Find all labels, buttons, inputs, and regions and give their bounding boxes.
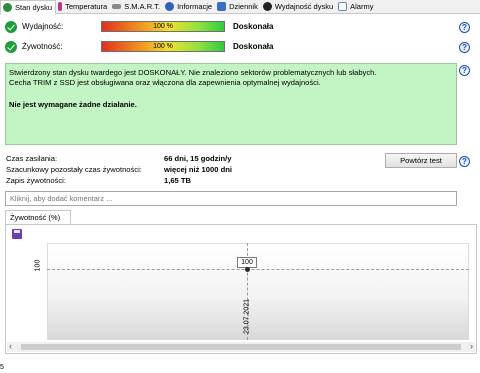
save-icon[interactable] (12, 229, 22, 239)
health-row: Żywotność: 100 % Doskonała ? (0, 40, 480, 56)
lifetime-writes-label: Zapis żywotności: (6, 176, 66, 185)
performance-icon (262, 2, 272, 11)
tab-alarms[interactable]: Alarmy (336, 0, 376, 14)
tab-bar: Stan dysku Temperatura S.M.A.R.T. Inform… (0, 0, 480, 15)
status-message-line1: Stwierdzony stan dysku twardego jest DOS… (9, 68, 377, 77)
status-message-box: Stwierdzony stan dysku twardego jest DOS… (5, 63, 457, 145)
chart-plot-area (47, 243, 469, 340)
log-icon (217, 2, 227, 11)
lifetime-writes-value: 1,65 TB (164, 176, 192, 185)
chart-gridline-y (47, 269, 469, 270)
help-icon[interactable]: ? (459, 22, 470, 33)
performance-row: Wydajność: 100 % Doskonała ? (0, 20, 480, 36)
status-message-action: Nie jest wymagane żadne działanie. (9, 100, 137, 109)
performance-bar: 100 % (101, 21, 225, 32)
performance-bar-text: 100 % (153, 23, 173, 30)
remaining-life-label: Szacunkowy pozostały czas żywotności: (6, 165, 142, 174)
stray-text: 5 (0, 364, 4, 371)
performance-label: Wydajność: (22, 22, 64, 31)
health-label: Żywotność: (22, 42, 63, 51)
tab-disk-performance[interactable]: Wydajność dysku (261, 0, 336, 14)
horizontal-scrollbar[interactable]: ‹ › (7, 341, 475, 352)
status-message-line2: Cecha TRIM z SSD jest obsługiwana oraz w… (9, 78, 321, 87)
health-bar: 100 % (101, 41, 225, 52)
help-icon[interactable]: ? (459, 42, 470, 53)
help-icon[interactable]: ? (459, 156, 470, 167)
x-tick-label: 23.07.2021 (243, 298, 251, 335)
power-on-value: 66 dni, 15 godzin/y (164, 154, 232, 163)
scrollbar-thumb[interactable] (21, 344, 461, 350)
tab-log[interactable]: Dziennik (215, 0, 261, 14)
health-bar-text: 100 % (153, 43, 173, 50)
y-tick-label: 100 (34, 259, 42, 272)
ok-check-icon (5, 41, 17, 53)
alarm-icon (338, 2, 348, 11)
tab-health-chart[interactable]: Żywotność (%) (5, 210, 71, 224)
help-icon[interactable]: ? (459, 65, 470, 76)
data-point (245, 267, 250, 272)
retest-button[interactable]: Powtórz test (385, 153, 457, 168)
scroll-left-icon[interactable]: ‹ (9, 341, 12, 351)
tab-info[interactable]: Informacje (163, 0, 215, 14)
power-on-label: Czas zasilania: (6, 154, 58, 163)
comment-input[interactable] (5, 191, 457, 206)
info-icon (165, 2, 175, 11)
ok-check-icon (5, 21, 17, 33)
tab-temperature[interactable]: Temperatura (56, 0, 110, 14)
performance-status: Doskonała (233, 22, 274, 31)
smart-icon (112, 4, 122, 9)
tab-disk-health[interactable]: Stan dysku (0, 0, 57, 15)
thermometer-icon (58, 2, 63, 11)
tab-smart[interactable]: S.M.A.R.T. (110, 0, 163, 14)
health-status: Doskonała (233, 42, 274, 51)
disk-health-icon (3, 2, 12, 12)
remaining-life-value: więcej niż 1000 dni (164, 165, 232, 174)
scroll-right-icon[interactable]: › (470, 341, 473, 351)
